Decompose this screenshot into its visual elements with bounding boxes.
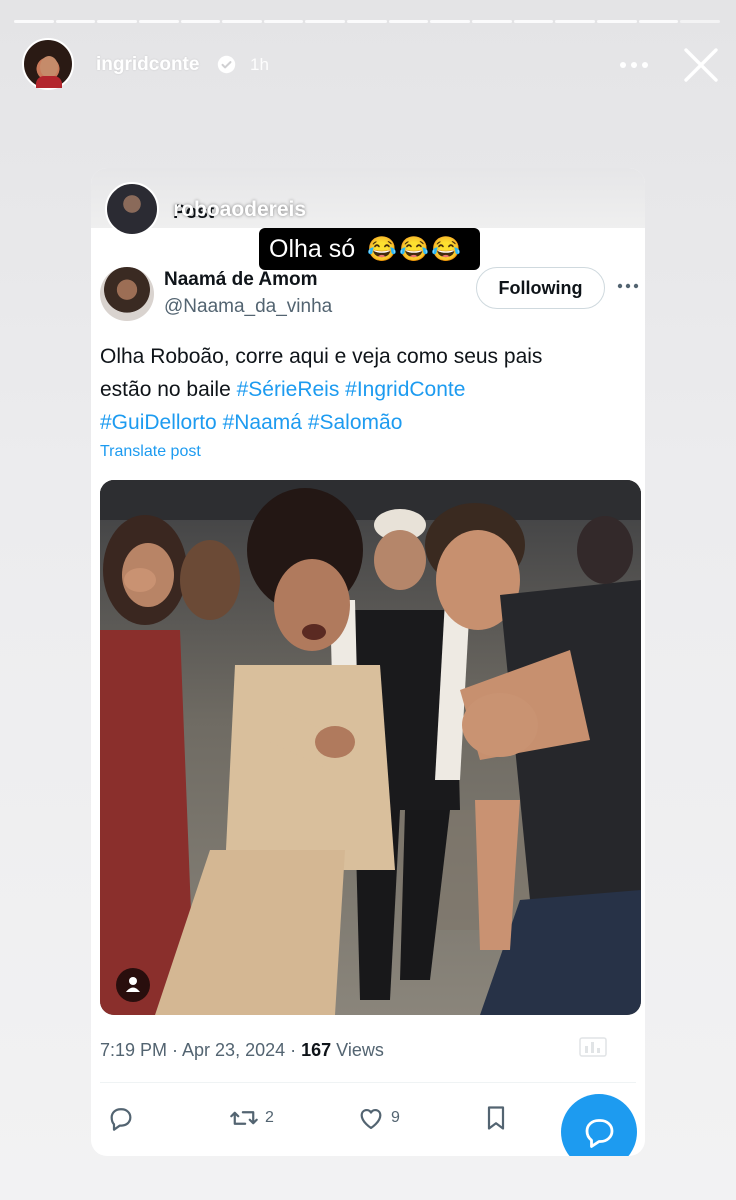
text-sticker: Olha só 😂😂😂 [259, 228, 480, 270]
tweet-text-line: Olha Roboão, corre aqui e veja como seus… [100, 345, 543, 368]
progress-segment [596, 20, 637, 23]
person-tag-icon[interactable] [116, 968, 150, 1002]
tweet-card: Post roboaodereis Olha só 😂😂😂 Naamá de A… [91, 168, 645, 1156]
like-icon [360, 1108, 382, 1130]
mention-avatar[interactable] [105, 182, 159, 236]
story-avatar[interactable] [22, 38, 74, 90]
translate-post-link[interactable]: Translate post [100, 443, 201, 461]
tweet-timestamp[interactable]: 7:19 PM · Apr 23, 2024 · [100, 1040, 301, 1060]
story-time: 1h [250, 55, 269, 74]
progress-segment [55, 20, 96, 23]
progress-segment [305, 20, 346, 23]
progress-segment [180, 20, 221, 23]
verified-icon [217, 55, 236, 74]
compose-button[interactable] [561, 1094, 637, 1156]
progress-segment-current [680, 20, 720, 23]
following-button[interactable]: Following [476, 267, 605, 309]
like-count: 9 [391, 1109, 400, 1126]
more-icon[interactable] [618, 60, 650, 70]
tweet-photo[interactable] [100, 480, 641, 1015]
progress-segment [14, 20, 54, 23]
retweet-icon [230, 1111, 258, 1125]
author-handle[interactable]: @Naama_da_vinha [164, 296, 332, 318]
sticker-emoji: 😂😂😂 [367, 235, 463, 263]
like-button[interactable]: 9 [357, 1104, 400, 1132]
progress-segment [472, 20, 512, 23]
progress-segment [138, 20, 179, 23]
sticker-text: Olha só [269, 234, 356, 263]
author-name[interactable]: Naamá de Amom [164, 269, 317, 291]
party-photo [100, 480, 641, 1015]
reply-button[interactable] [107, 1104, 135, 1132]
story-progress-bar [14, 20, 722, 23]
progress-segment [638, 20, 679, 23]
reply-icon [110, 1108, 132, 1131]
mention-username[interactable]: roboaodereis [173, 198, 306, 222]
story-header: ingridconte 1h [0, 36, 736, 96]
close-icon[interactable] [682, 46, 720, 84]
analytics-icon[interactable] [578, 1036, 608, 1058]
bookmark-icon [487, 1106, 505, 1130]
progress-segment [263, 20, 304, 23]
divider [100, 1082, 636, 1083]
more-icon[interactable] [617, 282, 639, 290]
progress-segment [555, 20, 595, 23]
tweet-text-line: estão no baile [100, 378, 237, 401]
progress-segment [513, 20, 554, 23]
retweet-count: 2 [265, 1109, 274, 1126]
progress-segment [97, 20, 137, 23]
progress-segment [388, 20, 429, 23]
bookmark-button[interactable] [483, 1104, 509, 1132]
hashtag-link[interactable]: #IngridConte [345, 378, 465, 401]
hashtag-link[interactable]: #SérieReis [237, 378, 340, 401]
progress-segment [222, 20, 262, 23]
hashtag-link[interactable]: #GuiDellorto [100, 411, 217, 434]
tweet-meta: 7:19 PM · Apr 23, 2024 · 167 Views [100, 1040, 384, 1061]
compose-icon [585, 1119, 614, 1148]
retweet-button[interactable]: 2 [229, 1104, 274, 1132]
progress-segment [347, 20, 387, 23]
hashtag-link[interactable]: #Salomão [308, 411, 403, 434]
tweet-text: Olha Roboão, corre aqui e veja como seus… [100, 340, 620, 439]
views-label: Views [331, 1040, 384, 1060]
hashtag-link[interactable]: #Naamá [223, 411, 302, 434]
story-username[interactable]: ingridconte [96, 54, 199, 76]
author-avatar[interactable] [100, 267, 154, 321]
progress-segment [430, 20, 471, 23]
views-count: 167 [301, 1040, 332, 1060]
